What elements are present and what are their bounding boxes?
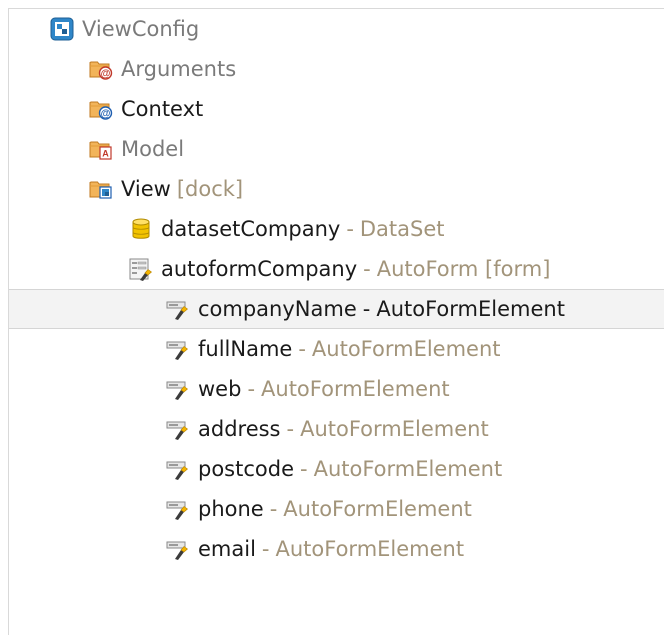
tree-node-context[interactable]: @ Context [9, 89, 664, 129]
tree-node-label: web [198, 377, 242, 401]
tree-node-meta: [dock] [176, 177, 244, 201]
tree-node-separator: - [247, 377, 256, 401]
tree-node-label: fullName [198, 337, 293, 361]
tree-node-label: datasetCompany [161, 217, 341, 241]
tree-node-type: AutoFormElement [311, 337, 501, 361]
svg-text:A: A [102, 149, 109, 159]
tree-node-phone[interactable]: phone - AutoFormElement [9, 489, 664, 529]
tree-node-model[interactable]: A Model [9, 129, 664, 169]
tree-node-view[interactable]: View [dock] [9, 169, 664, 209]
view-folder-icon [89, 177, 113, 201]
tree-node-label: Arguments [121, 57, 237, 81]
autoform-element-icon [166, 417, 190, 441]
tree-node-postcode[interactable]: postcode - AutoFormElement [9, 449, 664, 489]
tree-node-label: ViewConfig [82, 17, 200, 41]
tree-node-label: autoformCompany [161, 257, 358, 281]
autoform-element-icon [166, 337, 190, 361]
tree-node-arguments[interactable]: @ Arguments [9, 49, 664, 89]
tree-node-separator: - [298, 337, 306, 361]
tree-node-label: email [198, 537, 256, 561]
tree-node-label: phone [198, 497, 264, 521]
autoform-element-icon [166, 377, 190, 401]
tree-node-type: AutoFormElement [283, 497, 472, 521]
tree-node-separator: - [300, 457, 308, 481]
tree-node-viewconfig[interactable]: ViewConfig [9, 9, 664, 49]
viewconfig-icon [50, 17, 74, 41]
tree-node-separator: - [346, 217, 354, 241]
tree-node-type: AutoFormElement [313, 457, 503, 481]
dataset-icon [129, 217, 153, 241]
autoform-icon [129, 257, 153, 281]
tree-node-companyname[interactable]: companyName - AutoFormElement [9, 289, 664, 329]
tree-panel: ViewConfig @ Arguments @ Context A Model… [8, 8, 664, 635]
arguments-folder-icon: @ [89, 57, 113, 81]
tree-node-type: AutoFormElement [376, 297, 565, 321]
autoform-element-icon [166, 297, 190, 321]
tree-node-separator: - [269, 497, 278, 521]
tree-node-label: companyName [198, 297, 357, 321]
model-folder-icon: A [89, 137, 113, 161]
autoform-element-icon [166, 457, 190, 481]
autoform-element-icon [166, 497, 190, 521]
tree-node-type: AutoFormElement [275, 537, 465, 561]
tree-node-autoformcompany[interactable]: autoformCompany - AutoForm [form] [9, 249, 664, 289]
tree-node-label: Model [121, 137, 185, 161]
tree-node-separator: - [286, 417, 295, 441]
tree-node-label: address [198, 417, 281, 441]
tree-node-type: AutoFormElement [261, 377, 450, 401]
tree-node-label: View [121, 177, 171, 201]
tree-node-separator: - [362, 297, 371, 321]
autoform-element-icon [166, 537, 190, 561]
tree-node-datasetcompany[interactable]: datasetCompany - DataSet [9, 209, 664, 249]
tree-node-label: postcode [198, 457, 294, 481]
tree-node-fullname[interactable]: fullName - AutoFormElement [9, 329, 664, 369]
tree-node-email[interactable]: email - AutoFormElement [9, 529, 664, 569]
tree-node-label: Context [121, 97, 204, 121]
svg-text:@: @ [101, 69, 111, 80]
tree-node-separator: - [261, 537, 270, 561]
tree-node-type: DataSet [359, 217, 445, 241]
tree-node-separator: - [363, 257, 371, 281]
tree-node-type: AutoForm [form] [376, 257, 551, 281]
svg-text:@: @ [101, 109, 111, 120]
context-folder-icon: @ [89, 97, 113, 121]
tree-node-web[interactable]: web - AutoFormElement [9, 369, 664, 409]
tree-node-type: AutoFormElement [300, 417, 489, 441]
tree-node-address[interactable]: address - AutoFormElement [9, 409, 664, 449]
